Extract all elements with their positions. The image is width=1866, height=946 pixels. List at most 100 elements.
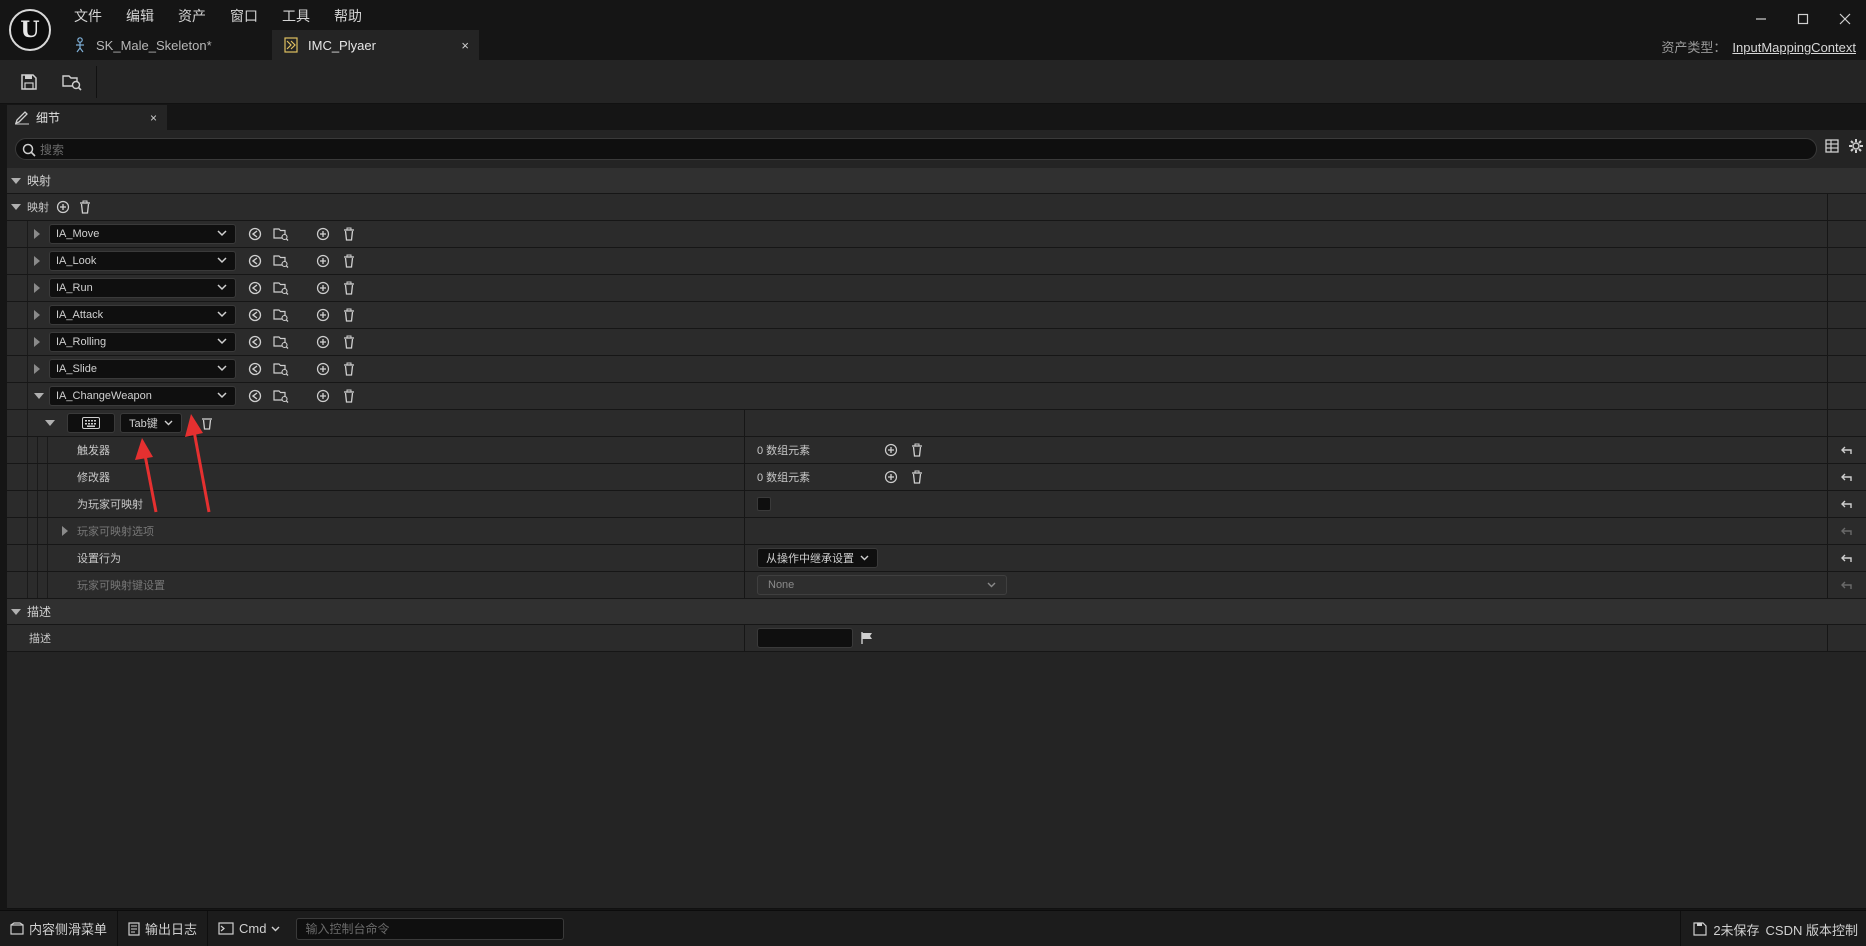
remove-mapping-button[interactable] bbox=[341, 280, 357, 296]
remove-mapping-button[interactable] bbox=[341, 361, 357, 377]
expand-arrow-icon[interactable] bbox=[62, 526, 68, 536]
key-capture-button[interactable] bbox=[67, 413, 115, 433]
console-command-input[interactable]: 输入控制台命令 bbox=[296, 917, 565, 940]
key-select-dropdown[interactable]: Tab键 bbox=[120, 413, 182, 433]
output-log-button[interactable]: 输出日志 bbox=[118, 910, 209, 946]
remove-mapping-button[interactable] bbox=[341, 334, 357, 350]
reset-to-default-button[interactable] bbox=[1827, 437, 1866, 463]
expand-arrow-icon[interactable] bbox=[34, 310, 40, 320]
use-selected-asset-button[interactable] bbox=[247, 253, 263, 269]
player-mappable-key-settings-dropdown[interactable]: None bbox=[757, 575, 1007, 595]
input-action-select[interactable]: IA_ChangeWeapon bbox=[49, 386, 236, 406]
remove-mapping-button[interactable] bbox=[341, 388, 357, 404]
collapse-arrow-icon[interactable] bbox=[45, 420, 55, 426]
menu-asset[interactable]: 资产 bbox=[166, 4, 218, 28]
use-selected-asset-button[interactable] bbox=[247, 388, 263, 404]
browse-asset-button[interactable] bbox=[273, 280, 289, 296]
content-drawer-button[interactable]: 内容侧滑菜单 bbox=[0, 910, 119, 946]
asset-type-link[interactable]: InputMappingContext bbox=[1732, 40, 1856, 55]
add-key-mapping-button[interactable] bbox=[315, 280, 331, 296]
tab-sk-male-skeleton[interactable]: SK_Male_Skeleton* bbox=[62, 30, 272, 60]
input-action-select[interactable]: IA_Move bbox=[49, 224, 236, 244]
clear-modifiers-button[interactable] bbox=[909, 469, 925, 485]
category-mappings[interactable]: 映射 bbox=[7, 168, 1866, 194]
input-action-select[interactable]: IA_Rolling bbox=[49, 332, 236, 352]
menu-tools[interactable]: 工具 bbox=[270, 4, 322, 28]
close-panel-icon[interactable]: × bbox=[150, 111, 157, 125]
browse-asset-button[interactable] bbox=[273, 307, 289, 323]
menu-help[interactable]: 帮助 bbox=[322, 4, 374, 28]
collapse-arrow-icon[interactable] bbox=[11, 204, 21, 210]
add-key-mapping-button[interactable] bbox=[315, 253, 331, 269]
property-matrix-button[interactable] bbox=[1824, 138, 1840, 154]
menu-window[interactable]: 窗口 bbox=[218, 4, 270, 28]
unreal-logo[interactable]: U bbox=[9, 9, 51, 51]
reset-to-default-button[interactable] bbox=[1827, 572, 1866, 598]
add-trigger-button[interactable] bbox=[883, 442, 899, 458]
tab-imc-plyaer[interactable]: IMC_Plyaer × bbox=[272, 30, 479, 60]
browse-asset-button[interactable] bbox=[273, 226, 289, 242]
settings-button[interactable] bbox=[1848, 138, 1864, 154]
player-mappable-checkbox[interactable] bbox=[757, 497, 771, 511]
collapse-arrow-icon[interactable] bbox=[34, 393, 44, 399]
chevron-down-icon bbox=[217, 338, 227, 345]
tab-details[interactable]: 细节 × bbox=[7, 105, 167, 130]
description-input[interactable] bbox=[757, 628, 853, 648]
expand-arrow-icon[interactable] bbox=[34, 229, 40, 239]
menu-file[interactable]: 文件 bbox=[62, 4, 114, 28]
close-tab-icon[interactable]: × bbox=[461, 38, 469, 53]
triggers-value: 0 数组元素 bbox=[757, 445, 811, 457]
maximize-button[interactable] bbox=[1782, 0, 1824, 38]
use-selected-asset-button[interactable] bbox=[247, 334, 263, 350]
save-button[interactable] bbox=[15, 68, 43, 96]
remove-key-button[interactable] bbox=[199, 415, 215, 431]
player-mappable-label: 为玩家可映射 bbox=[77, 499, 143, 511]
expand-arrow-icon[interactable] bbox=[34, 364, 40, 374]
remove-mapping-button[interactable] bbox=[341, 226, 357, 242]
reset-to-default-button[interactable] bbox=[1827, 464, 1866, 490]
browse-asset-button[interactable] bbox=[273, 253, 289, 269]
close-window-button[interactable] bbox=[1824, 0, 1866, 38]
clear-triggers-button[interactable] bbox=[909, 442, 925, 458]
remove-mapping-button[interactable] bbox=[341, 253, 357, 269]
toolbar bbox=[0, 60, 1866, 104]
add-modifier-button[interactable] bbox=[883, 469, 899, 485]
remove-mapping-button[interactable] bbox=[341, 307, 357, 323]
input-action-select[interactable]: IA_Slide bbox=[49, 359, 236, 379]
expand-arrow-icon[interactable] bbox=[34, 283, 40, 293]
setting-behavior-dropdown[interactable]: 从操作中继承设置 bbox=[757, 548, 878, 568]
browse-asset-button[interactable] bbox=[273, 388, 289, 404]
expand-arrow-icon[interactable] bbox=[34, 256, 40, 266]
unsaved-count[interactable]: 2未保存 bbox=[1713, 920, 1759, 939]
reset-column bbox=[1827, 410, 1866, 436]
minimize-button[interactable] bbox=[1740, 0, 1782, 38]
add-key-mapping-button[interactable] bbox=[315, 334, 331, 350]
use-selected-asset-button[interactable] bbox=[247, 361, 263, 377]
add-key-mapping-button[interactable] bbox=[315, 388, 331, 404]
cmd-selector[interactable]: Cmd bbox=[208, 911, 290, 946]
input-action-select[interactable]: IA_Run bbox=[49, 278, 236, 298]
use-selected-asset-button[interactable] bbox=[247, 226, 263, 242]
input-action-select[interactable]: IA_Look bbox=[49, 251, 236, 271]
source-control-label[interactable]: CSDN 版本控制 bbox=[1766, 920, 1858, 939]
reset-to-default-button[interactable] bbox=[1827, 518, 1866, 544]
clear-mappings-button[interactable] bbox=[77, 199, 93, 215]
reset-to-default-button[interactable] bbox=[1827, 491, 1866, 517]
browse-asset-button[interactable] bbox=[273, 334, 289, 350]
reset-to-default-button[interactable] bbox=[1827, 545, 1866, 571]
input-action-select[interactable]: IA_Attack bbox=[49, 305, 236, 325]
search-input[interactable]: 搜索 bbox=[15, 138, 1817, 160]
browse-asset-button[interactable] bbox=[273, 361, 289, 377]
expand-arrow-icon[interactable] bbox=[34, 337, 40, 347]
add-key-mapping-button[interactable] bbox=[315, 307, 331, 323]
maximize-icon bbox=[1797, 13, 1809, 25]
menu-edit[interactable]: 编辑 bbox=[114, 4, 166, 28]
add-mapping-button[interactable] bbox=[55, 199, 71, 215]
category-description[interactable]: 描述 bbox=[7, 599, 1866, 625]
use-selected-asset-button[interactable] bbox=[247, 280, 263, 296]
use-selected-asset-button[interactable] bbox=[247, 307, 263, 323]
localization-flag-button[interactable] bbox=[859, 630, 875, 646]
add-key-mapping-button[interactable] bbox=[315, 226, 331, 242]
add-key-mapping-button[interactable] bbox=[315, 361, 331, 377]
browse-to-asset-button[interactable] bbox=[58, 68, 86, 96]
